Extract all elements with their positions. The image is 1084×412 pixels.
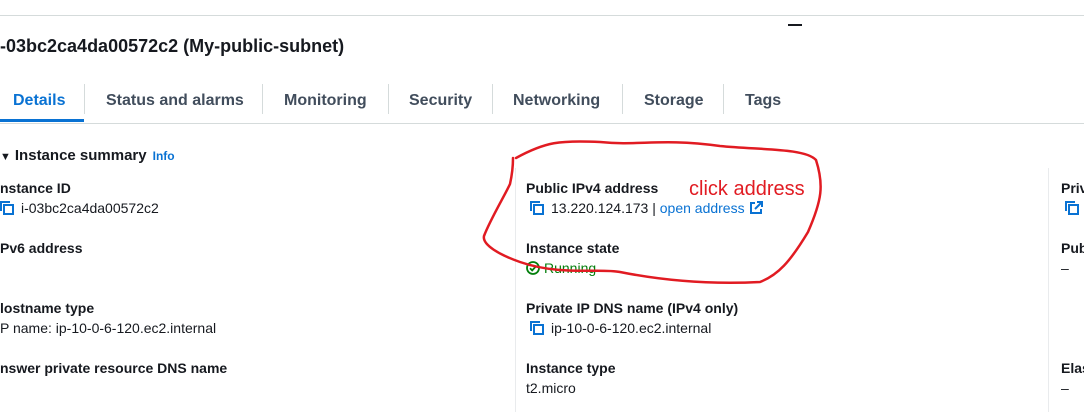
annotation-text: click address	[689, 178, 805, 200]
red-circle-annotation	[482, 140, 822, 284]
